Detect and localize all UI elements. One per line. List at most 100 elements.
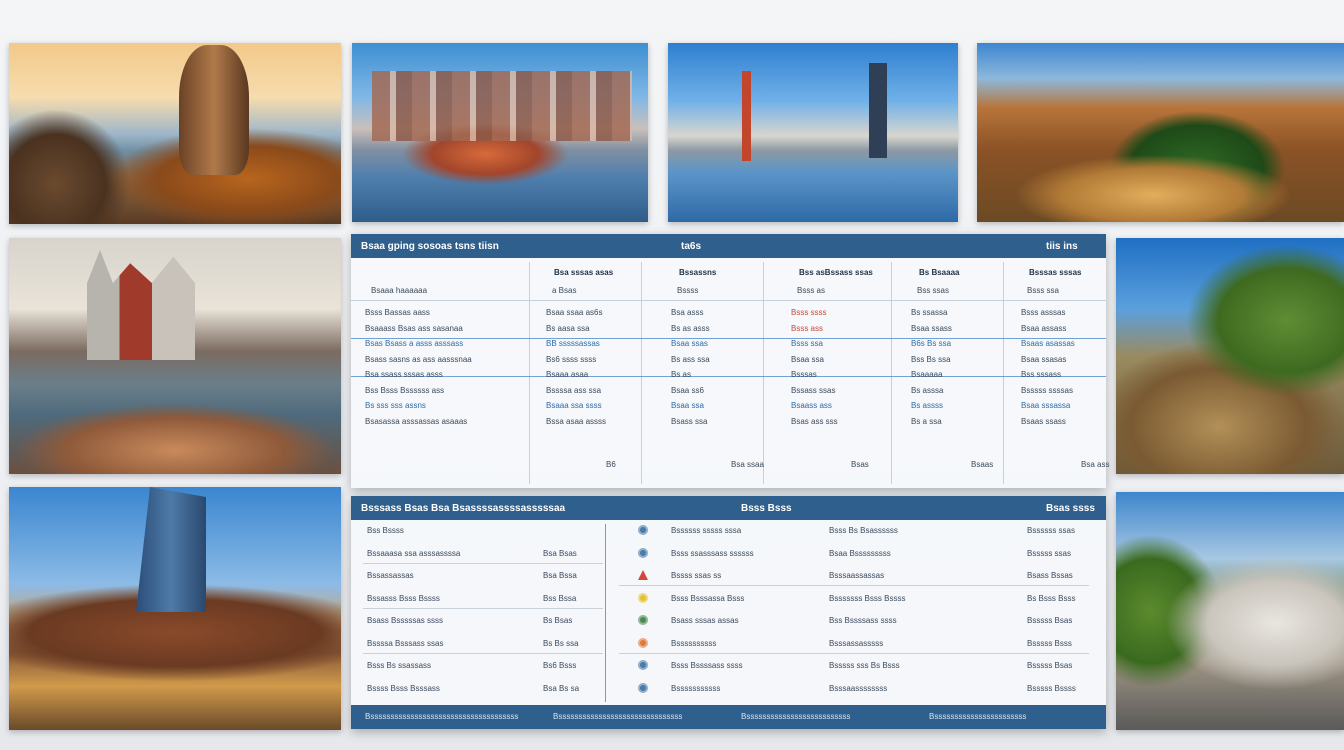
table-cell: Bsass sasns as ass aasssnaa: [365, 354, 472, 364]
table-cell: Bsss ssa: [791, 339, 824, 348]
table-cell: Bssssa ass ssa: [546, 385, 602, 395]
header-divider: [351, 300, 1106, 301]
list-item-label: Bsssssssssss: [671, 683, 721, 693]
globe-icon: [638, 525, 648, 535]
list-item-value: Bssssss ssas: [1027, 526, 1076, 535]
list-right-label: Bsas ssss: [1046, 502, 1095, 514]
footer-text: Bsssssssssssssssssssssssssssssssssssss: [365, 712, 519, 721]
table-cell: Bs as asss: [671, 323, 710, 333]
row-divider: [363, 652, 603, 654]
column-footer: Bsaas: [971, 460, 994, 469]
column-heading: Bs Bsaaaa: [919, 268, 960, 277]
table-cell: Bsaa ssa: [671, 401, 704, 410]
table-cell: B6s Bs ssa: [911, 339, 952, 348]
list-item-detail: Bsssss sss Bs Bsss: [829, 661, 900, 670]
list-item-value: Bsssss Bsss: [1027, 638, 1072, 648]
row-divider: [363, 562, 603, 564]
table-cell: Bsaaa ssa ssss: [546, 401, 602, 410]
table-cell: BB sssssassas: [546, 339, 600, 348]
table-cell: Bsa asss: [671, 308, 704, 317]
table-cell: Bsss ssss: [791, 308, 827, 317]
table-cell: Bsss asssas: [1021, 308, 1066, 317]
table-cell: Bsaa ssaa as6s: [546, 308, 603, 317]
list-item-label: Bssss Bsss Bsssass: [367, 683, 440, 693]
column-divider: [763, 262, 764, 484]
table-cell: Bs ssassa: [911, 308, 948, 317]
list-item-detail: Bsss Bs Bsassssss: [829, 526, 898, 535]
table-cell: Bsaa ss6: [671, 385, 704, 395]
list-item-label: Bssassassas: [367, 571, 414, 580]
table-cell: Bsaa ssa: [791, 354, 824, 364]
list-item-value: Bs6 Bsss: [543, 661, 577, 670]
table-right-label: tiis ins: [1046, 240, 1078, 252]
table-cell: Bss Bsss Bssssss ass: [365, 385, 445, 395]
list-item-label: Bsass sssas assas: [671, 616, 739, 625]
list-item-value: Bsa Bssa: [543, 571, 577, 580]
list-item-detail: Bsssaassassas: [829, 571, 885, 580]
table-cell: Bs sss sss assns: [365, 401, 426, 410]
table-cell: Bs ass ssa: [671, 354, 710, 364]
tower-waterfront-photo: [9, 487, 341, 730]
list-item-detail: Bss Bssssass ssss: [829, 616, 897, 625]
globe-icon: [638, 682, 648, 693]
column-subheading: Bsss as: [797, 286, 826, 295]
list-item-value: Bsssss ssas: [1027, 548, 1072, 558]
list-item-label: Bsss Bssssass ssss: [671, 661, 743, 670]
table-cell: Bsaas ssass: [1021, 416, 1066, 426]
table-cell: Bssa asaa assss: [546, 416, 607, 426]
table-cell: Bsss ass: [791, 323, 824, 333]
warning-icon: [638, 570, 648, 580]
table-cell: Bsss Bassas aass: [365, 308, 430, 317]
table-cell: Bsaas asassas: [1021, 339, 1075, 348]
column-footer: Bsa ass: [1081, 460, 1110, 469]
column-divider: [529, 262, 530, 484]
sunset-shore-photo: [9, 43, 341, 224]
table-cell: Bsssas: [791, 370, 817, 379]
list-item-label: Bssssa Bsssass ssas: [367, 638, 444, 648]
table-center-label: ta6s: [681, 240, 702, 252]
list-item-label: Bssaaasa ssa asssassssa: [367, 548, 461, 558]
column-subheading: Bssss: [677, 286, 699, 295]
circle-icon: [638, 592, 648, 603]
list-item-detail: Bsaa Bsssssssss: [829, 548, 891, 558]
table-cell: Bsaaa asaa: [546, 370, 589, 379]
list-item-detail: Bsssassasssss: [829, 638, 884, 648]
table-cell: Bs asssa: [911, 385, 944, 395]
highlight-line: [351, 376, 1106, 377]
list-item-value: Bsa Bs sa: [543, 683, 580, 693]
table-cell: Bsaass ass: [791, 401, 832, 410]
column-footer: Bsa ssaa: [731, 460, 764, 469]
row-divider: [619, 585, 1089, 586]
list-item-label: Bssss ssas ss: [671, 571, 722, 580]
table-cell: Bssass ssas: [791, 385, 836, 395]
column-subheading: Bsaaa haaaaaa: [371, 286, 428, 295]
table-cell: Bss sssass: [1021, 370, 1062, 379]
table-cell: Bsa ssass sssas asss: [365, 370, 443, 379]
list-item-value: Bss Bssa: [543, 593, 577, 603]
table-title: Bsaa gping sosoas tsns tiisn: [361, 240, 499, 252]
table-cell: Bs aasa ssa: [546, 323, 590, 333]
column-divider: [1003, 262, 1004, 484]
list-item-label: Bsass Bsssssas ssss: [367, 616, 444, 625]
footer-text: Bssssssssssssssssssssssssss: [741, 712, 851, 721]
row-divider: [363, 607, 603, 609]
column-heading: Bssassns: [679, 268, 717, 277]
data-table-panel: Bsaa gping sosoas tsns tiisn ta6s tiis i…: [351, 234, 1110, 488]
list-item-label: Bssssss sssss sssa: [671, 526, 742, 535]
table-cell: Bsaa ssasas: [1021, 354, 1067, 364]
highlight-line: [351, 338, 1106, 339]
table-cell: Bsaaass Bsas ass sasanaa: [365, 323, 463, 333]
list-title: Bsssass Bsas Bsa Bsassssassssasssssaa: [361, 502, 566, 514]
list-item-label: Bssssssssss: [671, 638, 717, 648]
table-cell: Bsaa sssassa: [1021, 401, 1071, 410]
list-footer: Bsssssssssssssssssssssssssssssssssssss Bs…: [351, 705, 1106, 729]
list-item-value: Bs Bsas: [543, 616, 573, 625]
row-divider: [619, 652, 1089, 654]
list-item-value: Bsssss Bsas: [1027, 616, 1073, 625]
table-cell: Bs6 ssss ssss: [546, 354, 597, 364]
column-subheading: a Bsas: [552, 286, 577, 295]
table-header-bar: Bsaa gping sosoas tsns tiisn ta6s tiis i…: [351, 234, 1106, 258]
column-footer: Bsas: [851, 460, 869, 469]
list-item-label: Bsss ssasssass ssssss: [671, 548, 754, 558]
column-heading: Bss asBssass ssas: [799, 268, 873, 277]
